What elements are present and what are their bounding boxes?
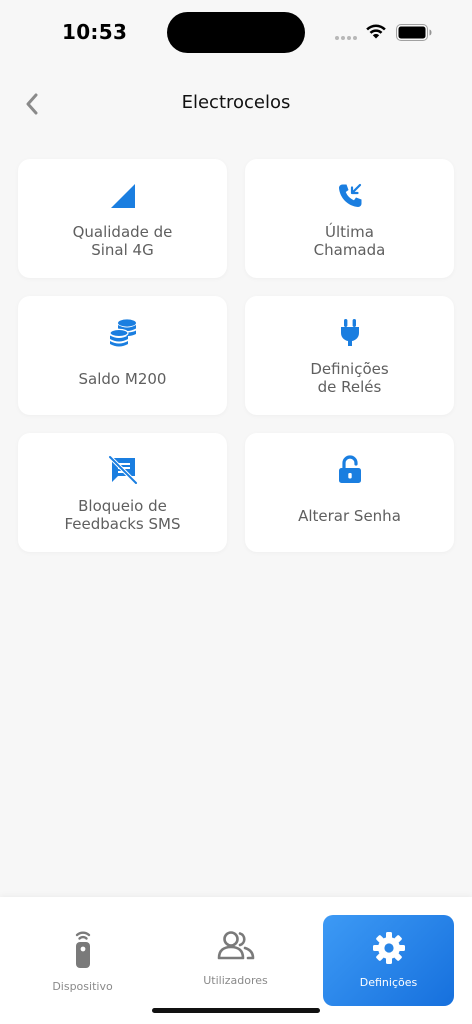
tab-label: Dispositivo — [52, 980, 113, 993]
card-change-password[interactable]: Alterar Senha — [245, 433, 454, 552]
card-sms-feedback-block[interactable]: Bloqueio de Feedbacks SMS — [18, 433, 227, 552]
tab-device[interactable]: Dispositivo — [17, 915, 148, 1006]
remote-icon — [75, 931, 90, 968]
dynamic-island — [167, 12, 305, 53]
plug-icon — [335, 318, 365, 348]
tab-settings[interactable]: Definições — [323, 915, 454, 1006]
unlock-icon — [335, 455, 365, 485]
card-label: Alterar Senha — [298, 507, 401, 525]
card-balance[interactable]: Saldo M200 — [18, 296, 227, 415]
status-bar: 10:53 — [0, 0, 472, 64]
card-relay-settings[interactable]: Definições de Relés — [245, 296, 454, 415]
tab-users[interactable]: Utilizadores — [170, 915, 301, 1006]
tab-bar: Dispositivo Utilizadores Definições — [0, 897, 472, 1024]
card-last-call[interactable]: Última Chamada — [245, 159, 454, 278]
home-indicator — [152, 1008, 320, 1013]
signal-strength-icon — [108, 181, 138, 211]
page-title: Electrocelos — [181, 92, 291, 113]
card-label: Definições de Relés — [310, 360, 389, 396]
screen: 10:53 Electrocelos Qualidade de Sinal 4G… — [0, 0, 472, 1024]
sms-off-icon — [107, 455, 138, 485]
tab-label: Definições — [359, 976, 418, 989]
card-label: Última Chamada — [313, 223, 386, 259]
battery-icon — [396, 24, 432, 41]
phone-incoming-icon — [335, 181, 365, 211]
nav-header: Electrocelos — [0, 78, 472, 130]
card-label: Qualidade de Sinal 4G — [72, 223, 173, 259]
card-label: Bloqueio de Feedbacks SMS — [64, 497, 181, 533]
status-time: 10:53 — [62, 20, 128, 44]
cellular-signal-icon — [335, 36, 357, 40]
settings-grid: Qualidade de Sinal 4G Última Chamada Sal… — [18, 159, 454, 552]
coins-icon — [108, 318, 138, 348]
card-label: Saldo M200 — [78, 370, 167, 388]
users-icon — [217, 931, 254, 960]
gear-icon — [372, 932, 405, 964]
tab-label: Utilizadores — [203, 974, 268, 987]
card-signal-quality[interactable]: Qualidade de Sinal 4G — [18, 159, 227, 278]
wifi-icon — [366, 24, 386, 39]
